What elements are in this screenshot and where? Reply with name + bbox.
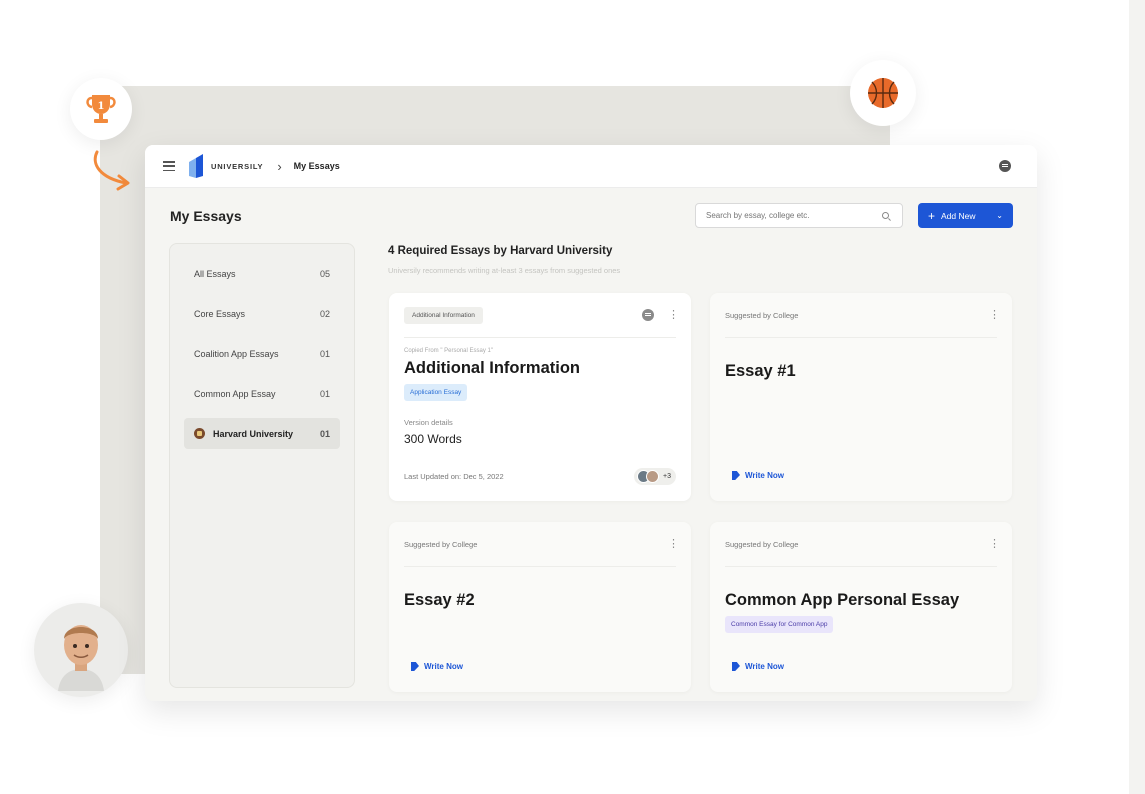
hamburger-menu-icon[interactable] xyxy=(163,161,175,171)
last-updated: Last Updated on: Dec 5, 2022 xyxy=(404,472,504,481)
plus-icon: + xyxy=(928,208,936,223)
search-input[interactable] xyxy=(706,211,876,220)
universily-logo-icon xyxy=(189,154,203,178)
page-title: My Essays xyxy=(170,208,242,224)
sidebar-item-label: Core Essays xyxy=(194,308,246,319)
essay-type-badge: Application Essay xyxy=(404,384,468,401)
sidebar-item-count: 01 xyxy=(319,428,330,439)
search-box[interactable] xyxy=(695,203,903,228)
more-options-icon[interactable]: ⋮ xyxy=(668,538,679,550)
sidebar-item-all-essays[interactable]: All Essays 05 xyxy=(184,258,340,289)
brand-name: UNIVERSILY xyxy=(211,161,264,171)
harvard-crest-icon xyxy=(194,428,205,439)
write-now-link[interactable]: Write Now xyxy=(411,662,463,671)
pen-icon xyxy=(732,662,740,671)
essay-title: Essay #1 xyxy=(725,362,796,380)
write-now-label: Write Now xyxy=(745,471,784,480)
student-avatar xyxy=(34,603,128,697)
search-icon[interactable] xyxy=(882,212,889,219)
card-header: Suggested by College ⋮ xyxy=(404,522,679,567)
essay-tag: Additional Information xyxy=(404,306,483,324)
card-footer: Last Updated on: Dec 5, 2022 +3 xyxy=(404,468,676,485)
essay-title: Common App Personal Essay xyxy=(725,591,960,609)
chevron-down-icon[interactable]: ⌄ xyxy=(996,211,1003,220)
write-now-label: Write Now xyxy=(424,662,463,671)
svg-text:1: 1 xyxy=(98,101,105,112)
trophy-icon: 1 xyxy=(86,95,116,123)
trophy-badge: 1 xyxy=(70,78,132,140)
sidebar-item-label: Common App Essay xyxy=(194,388,276,399)
breadcrumb-chevron-icon: › xyxy=(277,158,282,174)
section-title: 4 Required Essays by Harvard University xyxy=(388,245,613,257)
sidebar-item-count: 05 xyxy=(319,268,330,279)
sidebar-item-count: 02 xyxy=(319,308,330,319)
essay-card-essay-2[interactable]: Suggested by College ⋮ Essay #2 Write No… xyxy=(389,522,691,692)
version-label: Version details xyxy=(404,418,453,427)
card-header: Additional Information ⋮ xyxy=(404,293,679,338)
more-options-icon[interactable]: ⋮ xyxy=(989,538,1000,550)
write-now-link[interactable]: Write Now xyxy=(732,471,784,480)
essay-card-common-app-personal[interactable]: Suggested by College ⋮ Common App Person… xyxy=(710,522,1012,692)
sidebar-item-count: 01 xyxy=(319,348,330,359)
more-options-icon[interactable]: ⋮ xyxy=(668,309,679,321)
suggested-label: Suggested by College xyxy=(404,539,478,549)
sidebar-item-coalition-app[interactable]: Coalition App Essays 01 xyxy=(184,338,340,369)
person-avatar-icon xyxy=(58,625,104,691)
more-options-icon[interactable]: ⋮ xyxy=(989,309,1000,321)
basketball-badge xyxy=(850,60,916,126)
word-count: 300 Words xyxy=(404,432,462,446)
sidebar-item-label: All Essays xyxy=(194,268,236,279)
chat-icon[interactable] xyxy=(999,160,1011,172)
card-header: Suggested by College ⋮ xyxy=(725,293,1000,338)
pen-icon xyxy=(732,471,740,480)
essay-card-additional-information[interactable]: Additional Information ⋮ Copied From " P… xyxy=(389,293,691,501)
sidebar-item-harvard[interactable]: Harvard University 01 xyxy=(184,418,340,449)
suggested-label: Suggested by College xyxy=(725,310,799,320)
brand-logo[interactable]: UNIVERSILY xyxy=(187,154,263,178)
sidebar-item-core-essays[interactable]: Core Essays 02 xyxy=(184,298,340,329)
collaborator-avatars[interactable]: +3 xyxy=(634,468,676,485)
right-edge-strip xyxy=(1129,0,1145,794)
comment-icon[interactable] xyxy=(642,309,654,321)
copied-from-note: Copied From " Personal Essay 1" xyxy=(404,348,493,354)
add-new-label: Add New xyxy=(941,210,976,221)
essay-card-essay-1[interactable]: Suggested by College ⋮ Essay #1 Write No… xyxy=(710,293,1012,501)
add-new-button[interactable]: + Add New ⌄ xyxy=(918,203,1013,228)
sidebar-item-common-app[interactable]: Common App Essay 01 xyxy=(184,378,340,409)
basketball-icon xyxy=(868,78,898,108)
sidebar-item-count: 01 xyxy=(319,388,330,399)
essay-title: Essay #2 xyxy=(404,591,475,609)
curved-arrow-icon xyxy=(93,150,130,191)
essay-category-sidebar: All Essays 05 Core Essays 02 Coalition A… xyxy=(169,243,355,688)
pen-icon xyxy=(411,662,419,671)
card-header: Suggested by College ⋮ xyxy=(725,522,1000,567)
section-subtitle: Universily recommends writing at-least 3… xyxy=(388,266,621,275)
essay-title: Additional Information xyxy=(404,359,580,377)
more-collaborators-count: +3 xyxy=(663,473,671,480)
app-window: UNIVERSILY › My Essays My Essays + Add N… xyxy=(145,145,1037,701)
breadcrumb-current[interactable]: My Essays xyxy=(294,161,340,171)
write-now-label: Write Now xyxy=(745,662,784,671)
write-now-link[interactable]: Write Now xyxy=(732,662,784,671)
essay-type-badge: Common Essay for Common App xyxy=(725,616,834,633)
sidebar-item-label: Coalition App Essays xyxy=(194,348,279,359)
avatar xyxy=(646,470,660,483)
top-bar: UNIVERSILY › My Essays xyxy=(145,145,1037,188)
sidebar-item-label: Harvard University xyxy=(213,428,294,439)
suggested-label: Suggested by College xyxy=(725,539,799,549)
